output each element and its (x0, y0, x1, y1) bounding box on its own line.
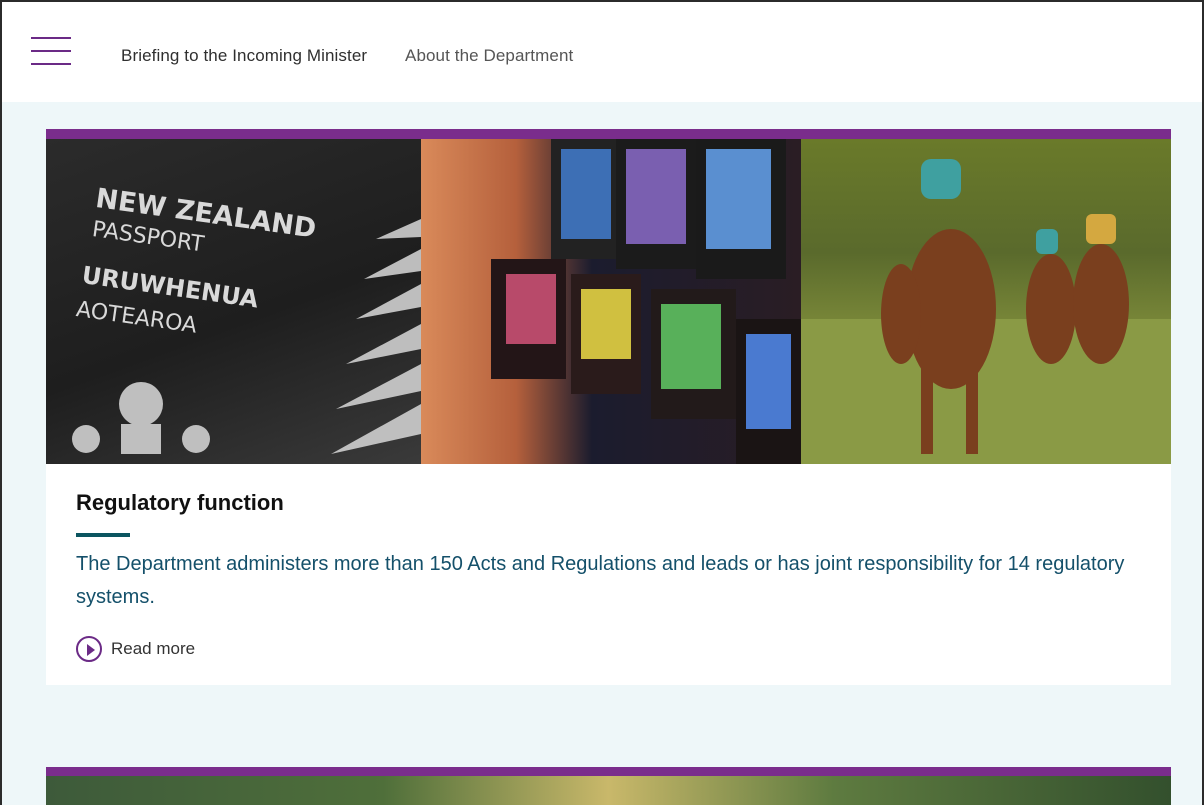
next-card-image (46, 776, 1171, 805)
regulatory-function-card: NEW ZEALAND PASSPORT URUWHENUA AOTEAROA (46, 129, 1171, 685)
next-card-accent-bar (46, 767, 1171, 776)
card-accent-bar (46, 129, 1171, 139)
title-underline (76, 533, 130, 537)
horse-racing-image (801, 139, 1171, 464)
slot-machines-image (421, 139, 801, 464)
nav-link-briefing[interactable]: Briefing to the Incoming Minister (121, 46, 367, 66)
next-card (46, 767, 1171, 805)
read-more-label: Read more (111, 639, 196, 658)
play-circle-icon (76, 636, 102, 662)
menu-icon[interactable] (31, 37, 71, 67)
nav-link-about[interactable]: About the Department (405, 46, 573, 66)
site-header: Briefing to the Incoming Minister About … (2, 2, 1202, 102)
passport-image: NEW ZEALAND PASSPORT URUWHENUA AOTEAROA (46, 139, 421, 464)
read-more-link[interactable]: Read more (76, 636, 195, 662)
card-description: The Department administers more than 150… (76, 553, 1125, 608)
card-body: Regulatory function The Department admin… (46, 464, 1171, 685)
card-title: Regulatory function (76, 490, 284, 515)
page: Briefing to the Incoming Minister About … (2, 2, 1202, 805)
card-image-banner: NEW ZEALAND PASSPORT URUWHENUA AOTEAROA (46, 139, 1171, 464)
